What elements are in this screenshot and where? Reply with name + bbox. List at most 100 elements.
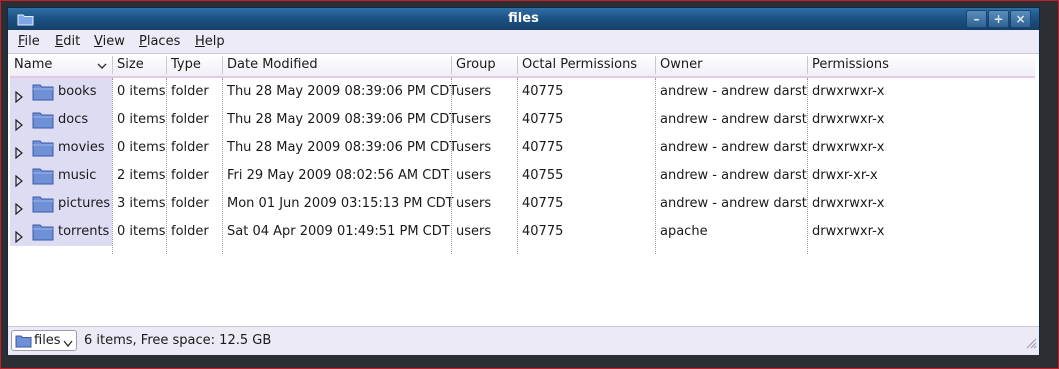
owner-cell: apache <box>660 224 708 239</box>
column-guide <box>112 78 113 254</box>
name-cell: docs <box>10 106 112 134</box>
octal-cell: 40775 <box>522 112 564 127</box>
size-cell: 3 items <box>117 196 166 211</box>
permissions-cell: drwxrwxr-x <box>812 196 885 211</box>
maximize-button[interactable]: + <box>988 10 1009 28</box>
path-dropdown-button[interactable]: files <box>11 330 77 351</box>
menu-edit-label: dit <box>63 34 81 49</box>
type-cell: folder <box>171 140 209 155</box>
size-cell: 2 items <box>117 168 166 183</box>
menu-places-mnemonic: P <box>139 34 147 49</box>
file-name: music <box>58 168 97 183</box>
column-guide <box>655 78 656 254</box>
menu-view[interactable]: View <box>94 34 125 49</box>
date-cell: Thu 28 May 2009 08:39:06 PM CDT <box>227 84 458 99</box>
file-name: movies <box>58 140 105 155</box>
date-cell: Thu 28 May 2009 08:39:06 PM CDT <box>227 140 458 155</box>
file-name: books <box>58 84 97 99</box>
column-header-type[interactable]: Type <box>167 54 222 76</box>
path-label: files <box>34 333 61 348</box>
column-header-group[interactable]: Group <box>452 54 517 76</box>
type-cell: folder <box>171 84 209 99</box>
triangle-right-icon[interactable] <box>14 226 24 254</box>
octal-cell: 40775 <box>522 224 564 239</box>
minimize-button[interactable]: – <box>966 10 987 28</box>
menu-help-label: elp <box>204 34 225 49</box>
group-cell: users <box>456 168 492 183</box>
menu-view-mnemonic: V <box>94 34 103 49</box>
date-cell: Mon 01 Jun 2009 03:15:13 PM CDT <box>227 196 454 211</box>
permissions-cell: drwxr-xr-x <box>812 168 878 183</box>
file-name: torrents <box>58 224 110 239</box>
chevron-down-icon <box>97 60 107 75</box>
column-header-size[interactable]: Size <box>113 54 166 76</box>
menu-edit-mnemonic: E <box>55 34 64 49</box>
owner-cell: andrew - andrew darst <box>660 196 807 211</box>
menu-file-label: ile <box>24 34 40 49</box>
permissions-cell: drwxrwxr-x <box>812 84 885 99</box>
menu-file[interactable]: File <box>18 34 40 49</box>
size-cell: 0 items <box>117 224 166 239</box>
file-list: books 0 items folder Thu 28 May 2009 08:… <box>10 78 1035 254</box>
type-cell: folder <box>171 168 209 183</box>
size-cell: 0 items <box>117 84 166 99</box>
size-cell: 0 items <box>117 112 166 127</box>
octal-cell: 40755 <box>522 168 564 183</box>
table-row[interactable]: movies 0 items folder Thu 28 May 2009 08… <box>10 134 1035 162</box>
column-header-date-modified[interactable]: Date Modified <box>223 54 451 76</box>
menu-places[interactable]: Places <box>139 34 180 49</box>
chevron-down-icon <box>63 337 73 352</box>
column-header-permissions[interactable]: Permissions <box>808 54 1035 76</box>
name-cell: music <box>10 162 112 190</box>
column-guide <box>517 78 518 254</box>
table-row[interactable]: docs 0 items folder Thu 28 May 2009 08:3… <box>10 106 1035 134</box>
type-cell: folder <box>171 196 209 211</box>
column-guide <box>166 78 167 254</box>
menu-edit[interactable]: Edit <box>55 34 80 49</box>
menu-help-mnemonic: H <box>195 34 205 49</box>
menu-view-label: iew <box>102 34 125 49</box>
table-row[interactable]: torrents 0 items folder Sat 04 Apr 2009 … <box>10 218 1035 246</box>
close-button[interactable]: × <box>1010 10 1031 28</box>
status-text: 6 items, Free space: 12.5 GB <box>84 333 272 348</box>
column-guide <box>807 78 808 254</box>
folder-icon <box>32 222 54 252</box>
group-cell: users <box>456 140 492 155</box>
date-cell: Sat 04 Apr 2009 01:49:51 PM CDT <box>227 224 450 239</box>
column-header: Name Size Type Date Modified Group Octal… <box>10 54 1035 78</box>
folder-icon <box>15 334 32 352</box>
file-name: pictures <box>58 196 111 211</box>
name-cell: books <box>10 78 112 106</box>
table-row[interactable]: music 2 items folder Fri 29 May 2009 08:… <box>10 162 1035 190</box>
octal-cell: 40775 <box>522 196 564 211</box>
status-bar: files 6 items, Free space: 12.5 GB <box>8 326 1039 355</box>
window-title: files <box>508 11 539 26</box>
name-cell: torrents <box>10 218 112 246</box>
file-name: docs <box>58 112 89 127</box>
owner-cell: andrew - andrew darst <box>660 140 807 155</box>
resize-grip-icon[interactable] <box>1025 337 1037 353</box>
owner-cell: andrew - andrew darst <box>660 112 807 127</box>
group-cell: users <box>456 112 492 127</box>
table-row[interactable]: books 0 items folder Thu 28 May 2009 08:… <box>10 78 1035 106</box>
owner-cell: andrew - andrew darst <box>660 84 807 99</box>
title-bar[interactable]: files – + × <box>8 8 1039 30</box>
size-cell: 0 items <box>117 140 166 155</box>
name-cell: pictures <box>10 190 112 218</box>
menu-help[interactable]: Help <box>195 34 225 49</box>
column-header-owner[interactable]: Owner <box>656 54 807 76</box>
column-header-octal-permissions[interactable]: Octal Permissions <box>518 54 655 76</box>
date-cell: Fri 29 May 2009 08:02:56 AM CDT <box>227 168 450 183</box>
owner-cell: andrew - andrew darst <box>660 168 807 183</box>
column-guide <box>222 78 223 254</box>
table-row[interactable]: pictures 3 items folder Mon 01 Jun 2009 … <box>10 190 1035 218</box>
date-cell: Thu 28 May 2009 08:39:06 PM CDT <box>227 112 458 127</box>
group-cell: users <box>456 84 492 99</box>
group-cell: users <box>456 224 492 239</box>
group-cell: users <box>456 196 492 211</box>
permissions-cell: drwxrwxr-x <box>812 112 885 127</box>
file-manager-window: files – + × File Edit View Places Help N… <box>7 7 1040 355</box>
octal-cell: 40775 <box>522 84 564 99</box>
column-guide <box>451 78 452 254</box>
permissions-cell: drwxrwxr-x <box>812 140 885 155</box>
